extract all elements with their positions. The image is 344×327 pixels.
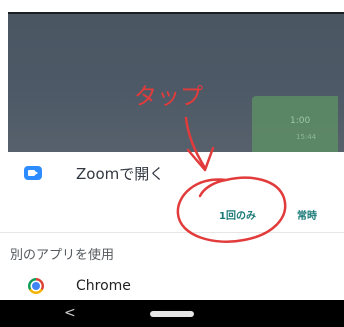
chat-bubble-time: 15:44 xyxy=(296,133,317,141)
other-apps-heading: 別のアプリを使用 xyxy=(10,248,115,263)
open-with-sheet xyxy=(0,152,344,300)
home-pill-button[interactable] xyxy=(150,311,194,317)
always-button[interactable]: 常時 xyxy=(297,207,317,222)
open-with-zoom-label[interactable]: Zoomで開く xyxy=(76,163,164,184)
divider xyxy=(0,232,344,233)
top-margin xyxy=(0,0,344,12)
chrome-icon[interactable] xyxy=(28,278,44,294)
chat-bubble-text: 1:00 xyxy=(290,116,311,126)
top-border xyxy=(8,12,344,14)
chrome-app-label[interactable]: Chrome xyxy=(76,278,131,294)
left-margin xyxy=(0,12,8,152)
just-once-button[interactable]: 1回のみ xyxy=(219,207,256,222)
back-button[interactable]: < xyxy=(64,305,76,321)
zoom-app-icon[interactable] xyxy=(24,166,42,180)
